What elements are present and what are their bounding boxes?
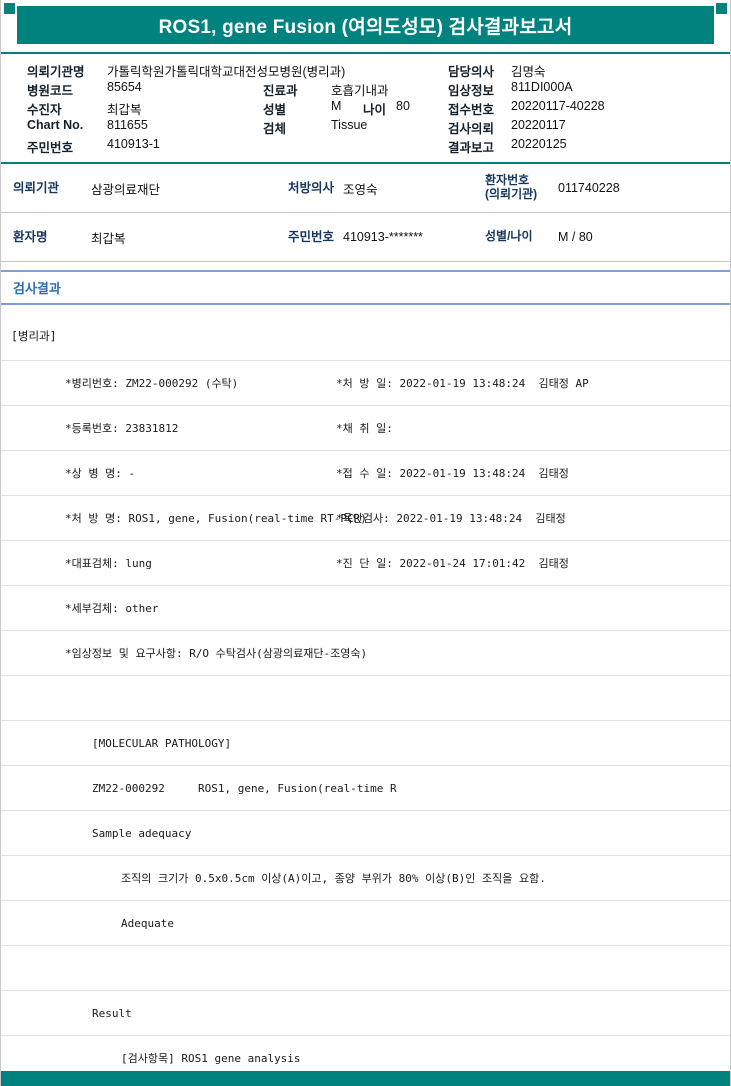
info-label: 결과보고	[448, 141, 495, 155]
result-line: *세부검체: other	[1, 586, 730, 631]
result-line: *등록번호: 23831812 *채 취 일:	[1, 406, 730, 451]
result-line-left: *상 병 명: -	[65, 467, 136, 480]
result-line-right: *진 단 일: 2022-01-24 17:01:42 김태정	[336, 557, 569, 570]
result-line: ZM22-000292 ROS1, gene, Fusion(real-time…	[1, 766, 730, 811]
info-label: Chart No.	[27, 118, 84, 132]
patient-value: 조영숙	[343, 182, 378, 197]
patient-value: 410913-*******	[343, 230, 423, 244]
info-label: 접수번호	[448, 103, 495, 117]
patient-label: 환자번호 (의뢰기관)	[485, 173, 538, 201]
info-row: 병원코드 85654 진료과 호흡기내과 임상정보 811DI000A	[1, 80, 730, 99]
info-value: 410913-1	[107, 137, 160, 151]
info-value: M	[331, 99, 342, 113]
info-label: 검사의뢰	[448, 122, 495, 136]
info-label: 나이	[363, 103, 387, 117]
info-label: 주민번호	[27, 141, 74, 155]
result-line-left: Sample adequacy	[92, 826, 192, 840]
results-section-title: 검사결과	[13, 281, 61, 296]
info-row: Chart No. 811655 검체 Tissue 검사의뢰 20220117	[1, 118, 730, 137]
result-line	[1, 676, 730, 721]
result-line	[1, 946, 730, 991]
corner-mark-right	[716, 3, 727, 14]
patient-value: 최갑복	[91, 231, 126, 246]
info-label: 진료과	[263, 84, 298, 98]
header-info-section: 의뢰기관명 가톨릭학원가톨릭대학교대전성모병원(병리과) 담당의사 김명숙 병원…	[1, 52, 730, 164]
result-line: *병리번호: ZM22-000292 (수탁) *처 방 일: 2022-01-1…	[1, 361, 730, 406]
info-row: 의뢰기관명 가톨릭학원가톨릭대학교대전성모병원(병리과) 담당의사 김명숙	[1, 61, 730, 80]
patient-value: 011740228	[558, 181, 620, 195]
info-value: 811DI000A	[511, 80, 573, 94]
results-section-header: 검사결과	[1, 270, 730, 305]
info-label: 수진자	[27, 103, 62, 117]
result-line: *처 방 명: ROS1, gene, Fusion(real-time RT-…	[1, 496, 730, 541]
result-line-right: *처 방 일: 2022-01-19 13:48:24 김태정 AP	[336, 377, 589, 390]
result-line-right: *접 수 일: 2022-01-19 13:48:24 김태정	[336, 467, 569, 480]
info-label: 의뢰기관명	[27, 65, 85, 79]
results-table: *병리번호: ZM22-000292 (수탁) *처 방 일: 2022-01-1…	[1, 361, 730, 1081]
patient-label: 성별/나이	[485, 229, 533, 244]
info-value: 85654	[107, 80, 142, 94]
corner-mark-left	[4, 3, 15, 14]
patient-label: 주민번호	[288, 229, 335, 244]
report-title-bar: ROS1, gene Fusion (여의도성모) 검사결과보고서	[17, 6, 714, 44]
result-line-left: *처 방 명: ROS1, gene, Fusion(real-time RT-…	[65, 512, 367, 525]
result-line-left: *대표검체: lung	[65, 557, 152, 570]
info-value: 811655	[107, 118, 148, 132]
result-line-right: *육안검사: 2022-01-19 13:48:24 김태정	[336, 512, 566, 525]
info-value: 20220117-40228	[511, 99, 605, 113]
result-line-left: *병리번호: ZM22-000292 (수탁)	[65, 377, 239, 390]
result-line-left: ZM22-000292 ROS1, gene, Fusion(real-time…	[92, 781, 397, 795]
result-line-left: *등록번호: 23831812	[65, 422, 179, 435]
patient-label: 처방의사	[288, 180, 335, 195]
info-value: 호흡기내과	[331, 84, 389, 98]
info-label: 임상정보	[448, 84, 495, 98]
info-label: 검체	[263, 122, 287, 136]
info-label: 병원코드	[27, 84, 74, 98]
result-line-right: *채 취 일:	[336, 422, 393, 435]
info-value: 최갑복	[107, 103, 142, 117]
department-label-row: [병리과]	[1, 305, 730, 361]
result-line: [MOLECULAR PATHOLOGY]	[1, 721, 730, 766]
info-value: 20220117	[511, 118, 566, 132]
report-title: ROS1, gene Fusion (여의도성모) 검사결과보고서	[158, 16, 573, 38]
result-line: *상 병 명: - *접 수 일: 2022-01-19 13:48:24 김태정	[1, 451, 730, 496]
patient-row: 환자명 최갑복 주민번호 410913-******* 성별/나이 M / 80	[1, 213, 730, 262]
info-value: 가톨릭학원가톨릭대학교대전성모병원(병리과)	[107, 65, 346, 79]
department-label: [병리과]	[11, 329, 57, 343]
result-line: Adequate	[1, 901, 730, 946]
info-value: 80	[396, 99, 410, 113]
patient-value: 삼광의료재단	[91, 182, 161, 197]
patient-label: 의뢰기관	[13, 180, 60, 195]
info-label: 성별	[263, 103, 287, 117]
footer-bar	[1, 1071, 730, 1086]
result-line: Sample adequacy	[1, 811, 730, 856]
info-value: 김명숙	[511, 65, 546, 79]
result-line: *대표검체: lung *진 단 일: 2022-01-24 17:01:42 김…	[1, 541, 730, 586]
result-line: 조직의 크기가 0.5x0.5cm 이상(A)이고, 종양 부위가 80% 이상…	[1, 856, 730, 901]
info-value: 20220125	[511, 137, 567, 151]
result-line-left: [검사항목] ROS1 gene analysis	[121, 1052, 301, 1065]
result-line-left: 조직의 크기가 0.5x0.5cm 이상(A)이고, 종양 부위가 80% 이상…	[121, 872, 546, 885]
result-line-left: Result	[92, 1006, 132, 1020]
info-label: 담당의사	[448, 65, 495, 79]
report-page: ROS1, gene Fusion (여의도성모) 검사결과보고서 의뢰기관명 …	[0, 0, 731, 1086]
result-line: *임상정보 및 요구사항: R/O 수탁검사(삼광의료재단-조영숙)	[1, 631, 730, 676]
result-line-left: *세부검체: other	[65, 602, 159, 615]
patient-value: M / 80	[558, 230, 593, 244]
result-line: Result	[1, 991, 730, 1036]
result-line-left: [MOLECULAR PATHOLOGY]	[92, 736, 232, 750]
info-row: 수진자 최갑복 성별 M 나이 80 접수번호 20220117-40228	[1, 99, 730, 118]
patient-section: 의뢰기관 삼광의료재단 처방의사 조영숙 환자번호 (의뢰기관) 0117402…	[1, 164, 730, 262]
patient-label: 환자명	[13, 229, 48, 244]
info-value: Tissue	[331, 118, 368, 132]
result-line-left: Adequate	[121, 916, 174, 930]
patient-row: 의뢰기관 삼광의료재단 처방의사 조영숙 환자번호 (의뢰기관) 0117402…	[1, 164, 730, 213]
result-line-left: *임상정보 및 요구사항: R/O 수탁검사(삼광의료재단-조영숙)	[65, 647, 368, 660]
info-row: 주민번호 410913-1 결과보고 20220125	[1, 137, 730, 156]
